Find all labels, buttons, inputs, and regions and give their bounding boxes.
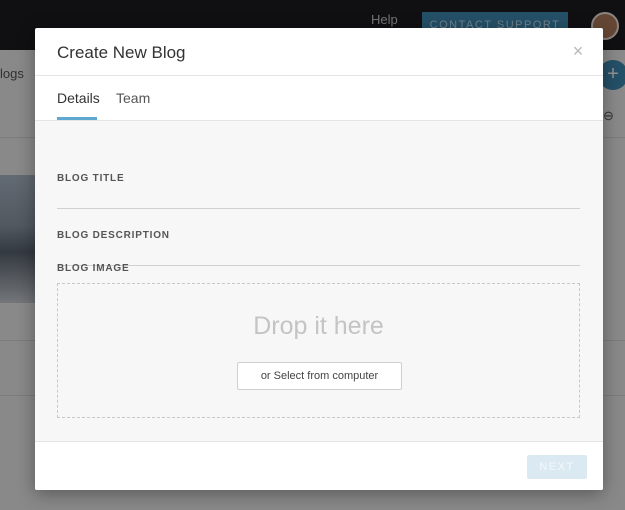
next-button[interactable]: NEXT — [527, 455, 587, 479]
blog-image-label: BLOG IMAGE — [57, 263, 130, 274]
dialog-tabs: Details Team — [35, 76, 603, 121]
blog-description-input[interactable] — [57, 244, 580, 266]
close-icon[interactable]: × — [569, 40, 587, 62]
create-blog-dialog: Create New Blog × Details Team BLOG TITL… — [35, 28, 603, 490]
dialog-body: BLOG TITLE BLOG DESCRIPTION BLOG IMAGE D… — [35, 121, 603, 441]
select-from-computer-button[interactable]: or Select from computer — [237, 362, 402, 390]
dialog-title: Create New Blog — [57, 43, 186, 62]
dialog-header: Create New Blog × — [35, 28, 603, 76]
dialog-footer: NEXT — [35, 441, 603, 490]
image-dropzone[interactable]: Drop it here or Select from computer — [57, 283, 580, 418]
drop-hint: Drop it here — [253, 312, 384, 340]
blog-title-input[interactable] — [57, 187, 580, 209]
tab-details[interactable]: Details — [57, 90, 100, 120]
tab-team[interactable]: Team — [116, 90, 150, 120]
active-tab-indicator — [57, 117, 97, 120]
blog-title-label: BLOG TITLE — [57, 173, 125, 184]
blog-description-label: BLOG DESCRIPTION — [57, 230, 170, 241]
